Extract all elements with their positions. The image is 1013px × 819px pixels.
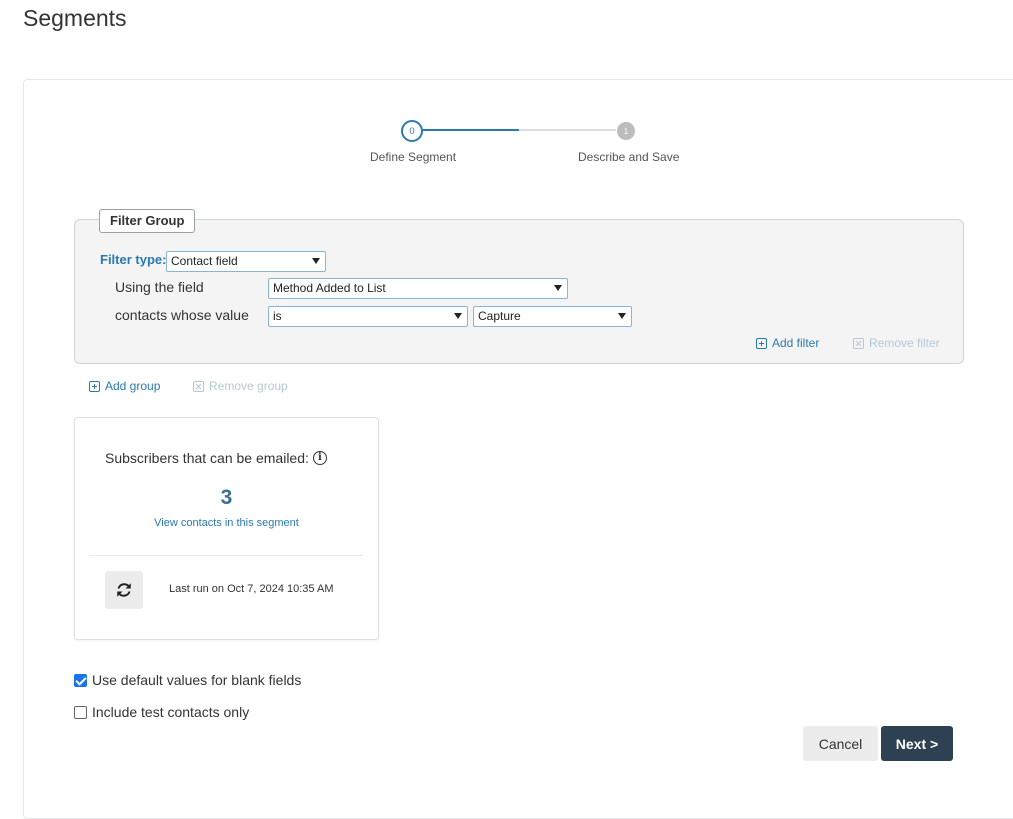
card-divider [89,555,363,556]
operator-select[interactable]: is [268,306,468,327]
filter-type-value: Contact field [171,254,238,268]
value-select[interactable]: Capture [473,306,632,327]
add-group-button[interactable]: Add group [89,379,160,393]
plus-square-icon [756,337,767,349]
add-filter-button[interactable]: Add filter [756,336,819,350]
filter-group-legend: Filter Group [99,209,196,233]
subscribers-label: Subscribers that can be emailed: [105,450,309,466]
contacts-value-label: contacts whose value [115,307,249,323]
stepper-line-remaining [519,129,616,131]
chevron-down-icon [554,285,562,291]
chevron-down-icon [312,258,320,264]
last-run-text: Last run on Oct 7, 2024 10:35 AM [169,583,334,595]
plus-square-icon [89,380,100,392]
chevron-down-icon [454,313,462,319]
step-describe-circle[interactable]: 1 [617,122,635,140]
test-contacts-checkbox[interactable] [74,705,87,719]
add-filter-label: Add filter [772,336,820,350]
refresh-icon [117,583,131,597]
use-default-values-label: Use default values for blank fields [92,672,302,688]
remove-filter-label: Remove filter [869,336,940,350]
add-group-label: Add group [105,379,161,393]
info-icon[interactable]: i [312,451,327,465]
step-describe-label: Describe and Save [578,150,680,164]
value-value: Capture [478,309,521,323]
stepper-line-progress [423,129,519,131]
use-default-values-option[interactable]: Use default values for blank fields [74,672,301,688]
chevron-down-icon [618,313,626,319]
remove-group-button[interactable]: Remove group [193,379,288,393]
close-square-icon [193,380,204,392]
test-contacts-label: Include test contacts only [92,704,250,720]
using-field-label: Using the field [115,279,204,295]
step-define-circle[interactable]: 0 [401,120,423,142]
step-define-label: Define Segment [370,150,457,164]
next-button[interactable]: Next > [881,726,953,761]
subscribers-label-row: Subscribers that can be emailed: i [105,450,327,466]
view-contacts-link[interactable]: View contacts in this segment [74,517,379,529]
subscriber-count: 3 [220,486,233,509]
using-field-value: Method Added to List [273,281,386,295]
test-contacts-option[interactable]: Include test contacts only [74,704,249,720]
cancel-button[interactable]: Cancel [803,726,878,761]
close-square-icon [853,337,864,349]
operator-value: is [273,309,282,323]
filter-type-label: Filter type: [100,252,167,267]
using-field-select[interactable]: Method Added to List [268,278,568,299]
use-default-values-checkbox[interactable] [74,673,87,687]
page-title: Segments [23,5,127,31]
remove-filter-button[interactable]: Remove filter [853,336,940,350]
remove-group-label: Remove group [209,379,288,393]
filter-type-select[interactable]: Contact field [166,251,326,272]
refresh-button[interactable] [105,571,143,609]
